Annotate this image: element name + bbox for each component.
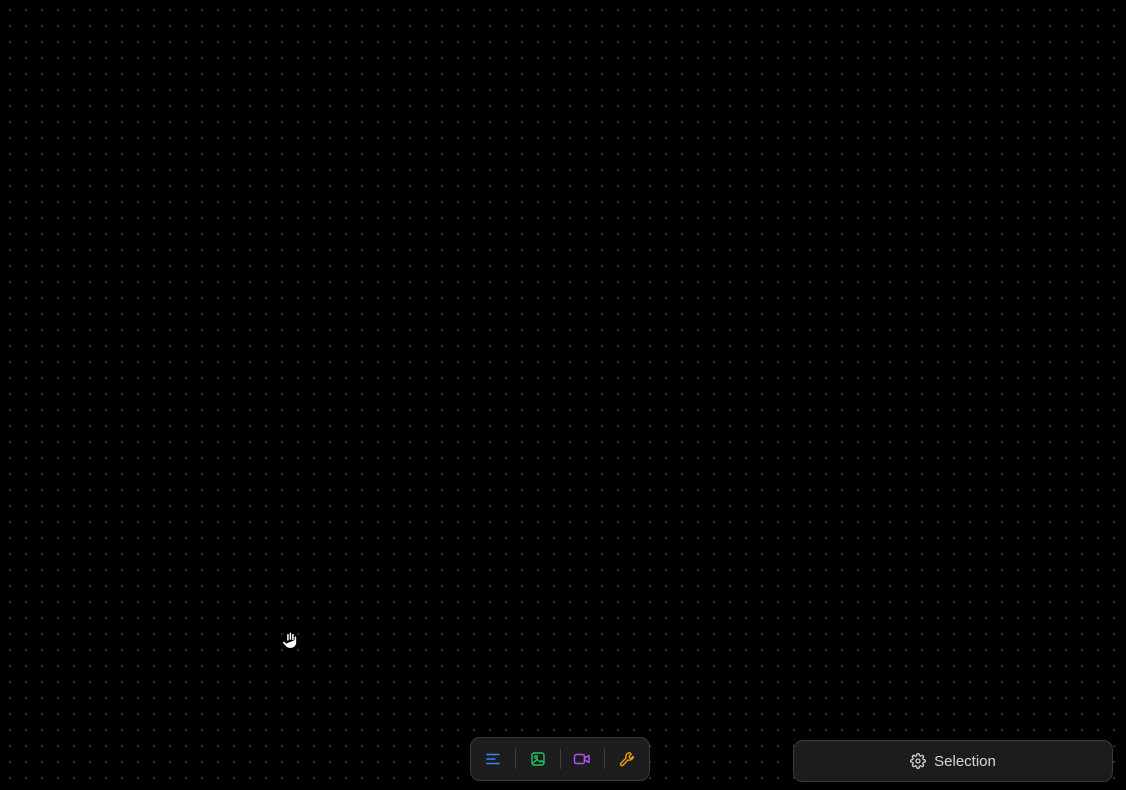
bottom-toolbar [470, 737, 650, 781]
wrench-icon [619, 752, 635, 767]
text-lines-icon [486, 753, 500, 765]
selection-label: Selection [934, 752, 996, 770]
dotted-canvas[interactable] [0, 0, 1126, 790]
image-tool-button[interactable] [520, 741, 556, 777]
selection-button[interactable]: Selection [793, 740, 1113, 782]
toolbar-divider [604, 749, 606, 769]
video-camera-icon [574, 753, 591, 765]
text-tool-button[interactable] [475, 741, 511, 777]
video-tool-button[interactable] [565, 741, 601, 777]
image-icon [530, 752, 545, 766]
toolbar-divider [514, 749, 516, 769]
gear-icon [910, 753, 927, 769]
toolbar-divider [559, 749, 561, 769]
wrench-tool-button[interactable] [609, 741, 645, 777]
hand-icon [280, 630, 300, 650]
